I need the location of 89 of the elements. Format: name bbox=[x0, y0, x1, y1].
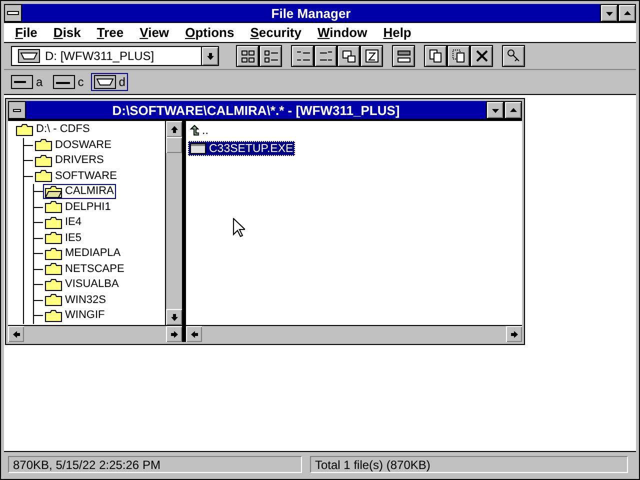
paste-icon bbox=[450, 48, 466, 64]
toolbar-button[interactable] bbox=[424, 45, 447, 67]
toolbar-button[interactable] bbox=[392, 45, 415, 67]
folder-icon bbox=[35, 139, 52, 152]
folder-tree-item[interactable]: DOSWARE bbox=[33, 138, 114, 153]
menu-item[interactable]: Disk bbox=[45, 25, 89, 40]
toolbar-button[interactable] bbox=[502, 45, 525, 67]
toolbar-button[interactable] bbox=[337, 45, 360, 67]
folder-tree-item[interactable]: WIN32S bbox=[43, 292, 108, 308]
mouse-pointer-icon bbox=[233, 218, 245, 237]
program-icon bbox=[190, 143, 206, 154]
toolbar-button[interactable] bbox=[470, 45, 493, 67]
folder-icon bbox=[35, 170, 52, 182]
right-arrow-icon bbox=[510, 330, 518, 338]
menu-item[interactable]: View bbox=[132, 25, 178, 40]
vertical-scrollbar[interactable] bbox=[165, 121, 182, 325]
folder-tree-item[interactable]: WINGIF bbox=[43, 308, 107, 324]
menu-item[interactable]: Tree bbox=[88, 25, 132, 40]
folder-tree-item[interactable]: MEDIAPLA bbox=[43, 246, 123, 262]
file-list-item[interactable]: .. bbox=[188, 123, 210, 138]
minimize-button[interactable] bbox=[486, 101, 504, 119]
toolbar-button[interactable] bbox=[447, 45, 470, 67]
cd-drive-icon bbox=[94, 75, 116, 89]
menu-item[interactable]: Security bbox=[242, 25, 310, 40]
left-arrow-icon bbox=[12, 330, 20, 338]
floppy-drive-icon bbox=[11, 75, 33, 89]
maximize-button[interactable] bbox=[504, 101, 522, 119]
folder-icon bbox=[45, 310, 62, 322]
window-title: D:\SOFTWARE\CALMIRA\*.* - [WFW311_PLUS] bbox=[111, 102, 401, 118]
folder-tree-item[interactable]: DELPHI1 bbox=[43, 200, 113, 215]
folder-icon bbox=[35, 154, 52, 167]
maximize-button[interactable] bbox=[618, 4, 636, 22]
folder-tree-item[interactable]: D:\ - CDFS bbox=[14, 122, 92, 138]
file-list-item[interactable]: C33SETUP.EXE bbox=[188, 141, 296, 156]
window-title: File Manager bbox=[270, 6, 352, 20]
down-arrow-icon bbox=[170, 312, 178, 322]
horizontal-scrollbar[interactable] bbox=[186, 325, 522, 342]
folder-tree-item[interactable]: NETSCAPE bbox=[43, 262, 126, 277]
hard-drive-icon bbox=[52, 75, 75, 89]
folder-icon bbox=[45, 201, 62, 214]
menu-item[interactable]: Help bbox=[375, 25, 420, 40]
status-text: 870KB, 5/15/22 2:25:26 PM bbox=[8, 456, 302, 472]
folder-icon bbox=[45, 294, 62, 306]
folder-icon bbox=[45, 278, 62, 291]
cd-drive-icon bbox=[18, 49, 40, 63]
folder-tree-item[interactable]: IE4 bbox=[43, 215, 84, 230]
down-arrow-icon bbox=[206, 52, 214, 60]
menu-item[interactable]: Options bbox=[177, 25, 242, 40]
copy-icon bbox=[428, 48, 444, 64]
folder-tree-item[interactable]: CALMIRA bbox=[43, 184, 116, 200]
bar-icon bbox=[13, 108, 21, 112]
toolbar-button[interactable] bbox=[360, 45, 383, 67]
toolbar-button[interactable] bbox=[259, 45, 282, 67]
system-menu-button[interactable] bbox=[8, 101, 26, 119]
drive-select[interactable]: D: [WFW311_PLUS] bbox=[11, 46, 219, 66]
system-menu-button[interactable] bbox=[4, 4, 22, 22]
up-triangle-icon bbox=[622, 8, 632, 18]
drive-button[interactable]: a bbox=[8, 73, 46, 91]
windows-icon bbox=[340, 48, 356, 64]
folder-icon bbox=[45, 216, 62, 229]
status-text: Total 1 file(s) (870KB) bbox=[310, 456, 628, 472]
toolbar-button[interactable] bbox=[291, 45, 314, 67]
menu-item[interactable]: File bbox=[7, 25, 46, 40]
folder-tree-item[interactable]: SOFTWARE bbox=[33, 168, 119, 184]
list-icon bbox=[262, 48, 278, 64]
open-folder-icon bbox=[45, 186, 62, 198]
folder-tree-item[interactable]: IE5 bbox=[43, 230, 84, 246]
toolbar-button[interactable] bbox=[236, 45, 259, 67]
right-arrow-icon bbox=[170, 330, 178, 338]
folder-tree-item[interactable]: DRIVERS bbox=[33, 153, 106, 168]
toolbar-button[interactable] bbox=[314, 45, 337, 67]
scroll-thumb[interactable] bbox=[166, 137, 182, 153]
delete-icon bbox=[474, 48, 490, 64]
up-arrow-icon bbox=[190, 125, 199, 136]
minimize-button[interactable] bbox=[600, 4, 618, 22]
drive-button[interactable]: d bbox=[90, 73, 128, 91]
folder-icon bbox=[45, 248, 62, 260]
bar-icon bbox=[7, 11, 19, 15]
folder-icon bbox=[45, 232, 62, 244]
horizontal-scrollbar[interactable] bbox=[8, 325, 182, 342]
key-icon bbox=[506, 48, 522, 64]
folder-tree-item[interactable]: VISUALBA bbox=[43, 277, 121, 292]
left-arrow-icon bbox=[190, 330, 198, 338]
menu-item[interactable]: Window bbox=[310, 25, 376, 40]
up-arrow-icon bbox=[170, 124, 178, 134]
up-triangle-icon bbox=[508, 106, 518, 114]
folder-icon bbox=[45, 263, 62, 276]
drive-button[interactable]: c bbox=[50, 73, 87, 91]
folder-icon bbox=[16, 124, 33, 136]
